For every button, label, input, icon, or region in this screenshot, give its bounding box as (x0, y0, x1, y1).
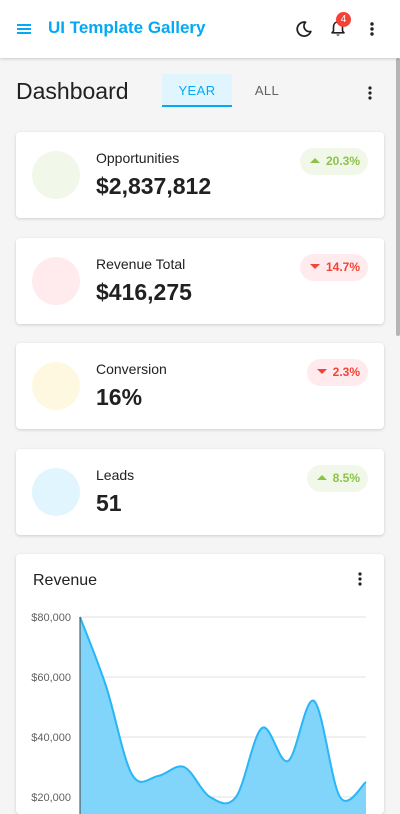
y-tick-label: $40,000 (31, 732, 71, 744)
stat-card-opportunities[interactable]: Opportunities $2,837,812 20.3% (16, 132, 384, 218)
stat-card-leads[interactable]: Leads 51 8.5% (16, 449, 384, 535)
stat-label: Opportunities (96, 150, 180, 166)
stat-card-conversion[interactable]: Conversion 16% 2.3% (16, 343, 384, 429)
page-title: Dashboard (16, 78, 129, 104)
notification-count-badge: 4 (336, 12, 351, 27)
stat-icon-circle (32, 257, 80, 305)
trend-badge: 14.7% (299, 254, 368, 281)
trend-value: 2.3% (332, 365, 360, 379)
notifications-button[interactable]: 4 (326, 12, 351, 41)
stat-icon-circle (32, 468, 80, 516)
stat-value: $416,275 (96, 279, 192, 305)
trend-badge: 8.5% (306, 465, 368, 492)
y-tick-label: $80,000 (31, 612, 71, 624)
trend-arrow-icon (309, 264, 320, 270)
trend-badge: 2.3% (306, 359, 368, 386)
trend-badge: 20.3% (299, 148, 368, 175)
dashboard-more-icon[interactable] (360, 83, 380, 103)
stat-label: Revenue Total (96, 256, 186, 272)
stat-value: 16% (96, 384, 143, 410)
trend-value: 8.5% (332, 471, 360, 485)
revenue-chart-card: Revenue $80,000 $60,000 $40,000 $20,000 (16, 554, 384, 814)
tab-all[interactable]: ALL (232, 74, 302, 107)
more-vert-icon[interactable] (360, 17, 384, 41)
tab-year[interactable]: YEAR (162, 74, 232, 107)
scrollbar[interactable] (396, 58, 400, 336)
y-tick-label: $20,000 (31, 792, 71, 804)
trend-value: 14.7% (325, 260, 360, 274)
trend-arrow-icon (316, 369, 327, 375)
app-bar: UI Template Gallery 4 (0, 0, 400, 58)
stat-value: $2,837,812 (96, 173, 212, 199)
menu-icon[interactable] (14, 19, 34, 39)
stat-label: Conversion (96, 361, 167, 377)
trend-value: 20.3% (325, 154, 360, 168)
trend-arrow-icon (309, 158, 320, 164)
y-tick-label: $60,000 (31, 672, 71, 684)
dark-mode-icon[interactable] (292, 17, 316, 41)
stat-icon-circle (32, 362, 80, 410)
app-title: UI Template Gallery (48, 18, 206, 37)
trend-arrow-icon (316, 475, 327, 481)
stat-card-revenue-total[interactable]: Revenue Total $416,275 14.7% (16, 238, 384, 324)
stat-label: Leads (96, 467, 135, 483)
revenue-area-chart: $80,000 $60,000 $40,000 $20,000 (31, 612, 367, 814)
stat-icon-circle (32, 151, 80, 199)
stat-value: 51 (96, 490, 122, 516)
revenue-area (80, 617, 366, 814)
